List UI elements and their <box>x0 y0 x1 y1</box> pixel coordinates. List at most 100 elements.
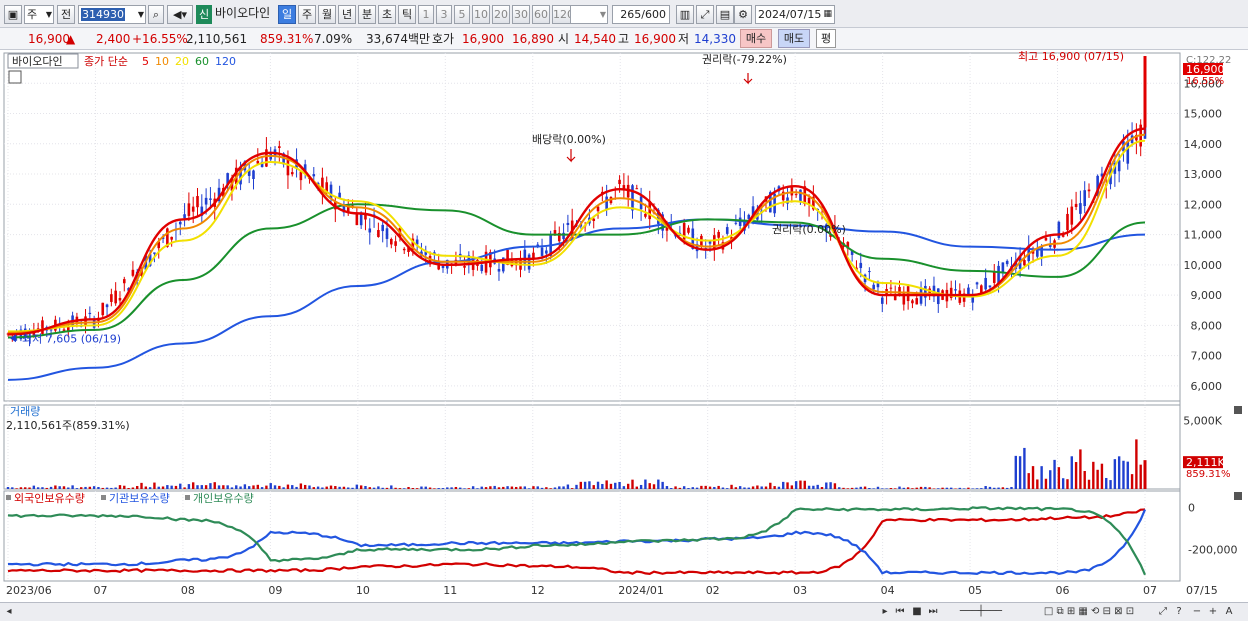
market-select[interactable]: 주 ▼ <box>24 5 54 24</box>
candle-body <box>618 179 621 185</box>
candle-body <box>644 213 647 217</box>
volume-bar <box>674 486 677 489</box>
volume-bar <box>88 486 92 489</box>
speaker-icon[interactable]: ◀▾ <box>167 5 193 24</box>
candle-body <box>1061 235 1065 237</box>
volume-bar <box>833 483 837 489</box>
volume-bar <box>11 487 14 489</box>
last-candle-body <box>1143 56 1147 128</box>
candle-body <box>859 262 863 269</box>
candle-body <box>1126 140 1130 164</box>
code-input[interactable]: 314930 ▼ <box>78 5 146 24</box>
volume-bar <box>213 482 216 489</box>
zoom-out-icon[interactable]: − <box>1190 605 1204 619</box>
current-pct-label: 16.55% <box>1186 76 1224 87</box>
eval-button[interactable]: 평 <box>816 29 836 48</box>
volume-bar <box>678 487 682 489</box>
search-icon[interactable]: ⌕ <box>148 5 164 24</box>
number-tab-60[interactable]: 60 <box>532 5 550 24</box>
count-field[interactable]: 265/600 <box>612 5 670 24</box>
volume-bar <box>807 485 811 489</box>
volume-bar <box>906 487 910 489</box>
candle-body <box>1083 190 1087 207</box>
dividend-annotation: 배당락(0.00%) <box>532 133 606 146</box>
volume-bar <box>235 485 238 489</box>
number-tab-20[interactable]: 20 <box>492 5 510 24</box>
holding-close-icon[interactable] <box>1234 492 1242 500</box>
forward-icon[interactable]: ⏭ <box>926 605 940 619</box>
volume-bar <box>553 487 557 489</box>
view-tools[interactable]: □ ⧉ ⊞ ▦ ⟲ ⊟ ⊠ ⊡ <box>1024 605 1154 619</box>
period-tab-5[interactable]: 초 <box>378 5 396 24</box>
volume-bar <box>291 485 294 489</box>
volume-bar <box>446 487 449 489</box>
x-label-1: 07 <box>93 584 107 597</box>
volume-bar <box>118 485 122 489</box>
sell-button[interactable]: 매도 <box>778 29 810 48</box>
number-tab-10[interactable]: 10 <box>472 5 490 24</box>
candle-body <box>992 272 996 283</box>
candle-body <box>312 174 316 177</box>
volume-bar <box>321 487 324 489</box>
scroll-right-icon[interactable]: ▸ <box>878 605 892 619</box>
candle-body <box>88 312 92 315</box>
period-tab-0[interactable]: 일 <box>278 5 296 24</box>
number-tab-5[interactable]: 5 <box>454 5 470 24</box>
volume-title: 거래량 <box>10 405 40 418</box>
number-tab-1[interactable]: 1 <box>418 5 434 24</box>
volume-bar <box>1053 459 1056 489</box>
stop-icon[interactable]: ■ <box>910 605 924 619</box>
chart-svg[interactable]: 16,00015,00014,00013,00012,00011,00010,0… <box>0 50 1248 603</box>
expand-icon[interactable]: ⤢ <box>1156 605 1170 619</box>
volume-bar <box>1117 456 1121 489</box>
volume-close-icon[interactable] <box>1234 406 1242 414</box>
number-tab-3[interactable]: 3 <box>436 5 452 24</box>
candle-body <box>872 284 875 290</box>
period-tab-2[interactable]: 월 <box>318 5 336 24</box>
zoom-in-icon[interactable]: + <box>1206 605 1220 619</box>
x-label-11: 05 <box>968 584 982 597</box>
number-tab-30[interactable]: 30 <box>512 5 530 24</box>
volume-bar <box>6 487 10 489</box>
buy-button[interactable]: 매수 <box>740 29 772 48</box>
volume-bar <box>1122 460 1125 489</box>
volume-bar <box>915 487 918 489</box>
volume-bar <box>200 485 204 489</box>
candle-body <box>299 171 303 181</box>
range-select[interactable]: ▼ <box>570 5 608 24</box>
save-icon[interactable]: ▤ <box>716 5 734 24</box>
panel-settings-icon[interactable] <box>8 70 22 84</box>
prev-button[interactable]: 전 <box>57 5 75 24</box>
volume-bar <box>592 485 595 489</box>
scroll-left-icon[interactable]: ◂ <box>2 605 16 619</box>
period-tab-1[interactable]: 주 <box>298 5 316 24</box>
window-icon[interactable]: ▣ <box>4 5 22 24</box>
font-icon[interactable]: A <box>1222 605 1236 619</box>
volume-bar <box>799 480 802 489</box>
candle-body <box>402 248 406 251</box>
volume-bar <box>1014 455 1017 489</box>
period-tab-3[interactable]: 년 <box>338 5 356 24</box>
period-tab-6[interactable]: 틱 <box>398 5 416 24</box>
high-label: 고 <box>618 32 630 46</box>
gear-icon[interactable]: ⚙ <box>734 5 752 24</box>
period-tab-4[interactable]: 분 <box>358 5 376 24</box>
candle-body <box>204 197 208 205</box>
help-icon[interactable]: ? <box>1172 605 1186 619</box>
high-value: 16,900 <box>634 32 676 46</box>
volume-bar <box>782 481 785 489</box>
chart-type-icon[interactable]: ▥ <box>676 5 694 24</box>
candle-body <box>566 222 570 226</box>
volume-bar <box>635 486 638 489</box>
zoom-slider[interactable]: ───┼─── <box>946 605 1016 619</box>
date-input[interactable]: 2024/07/15 ▦ <box>755 5 835 24</box>
volume-bar <box>179 483 182 489</box>
bottom-scrollbar[interactable]: ◂ ▸ ⏮ ■ ⏭ ───┼─── □ ⧉ ⊞ ▦ ⟲ ⊟ ⊠ ⊡ ⤢ ? − … <box>0 602 1248 621</box>
change-value: 2,400 <box>96 32 131 46</box>
draw-icon[interactable]: ⤢ <box>696 5 714 24</box>
holding-legend-marker-2 <box>185 495 190 500</box>
volume-bar <box>101 487 104 489</box>
chart-area[interactable]: 16,000 15,000 14,000 13,000 12,000 11,000 10,0… <box>0 50 1248 621</box>
volume-bar <box>605 480 608 489</box>
rewind-icon[interactable]: ⏮ <box>893 605 907 619</box>
